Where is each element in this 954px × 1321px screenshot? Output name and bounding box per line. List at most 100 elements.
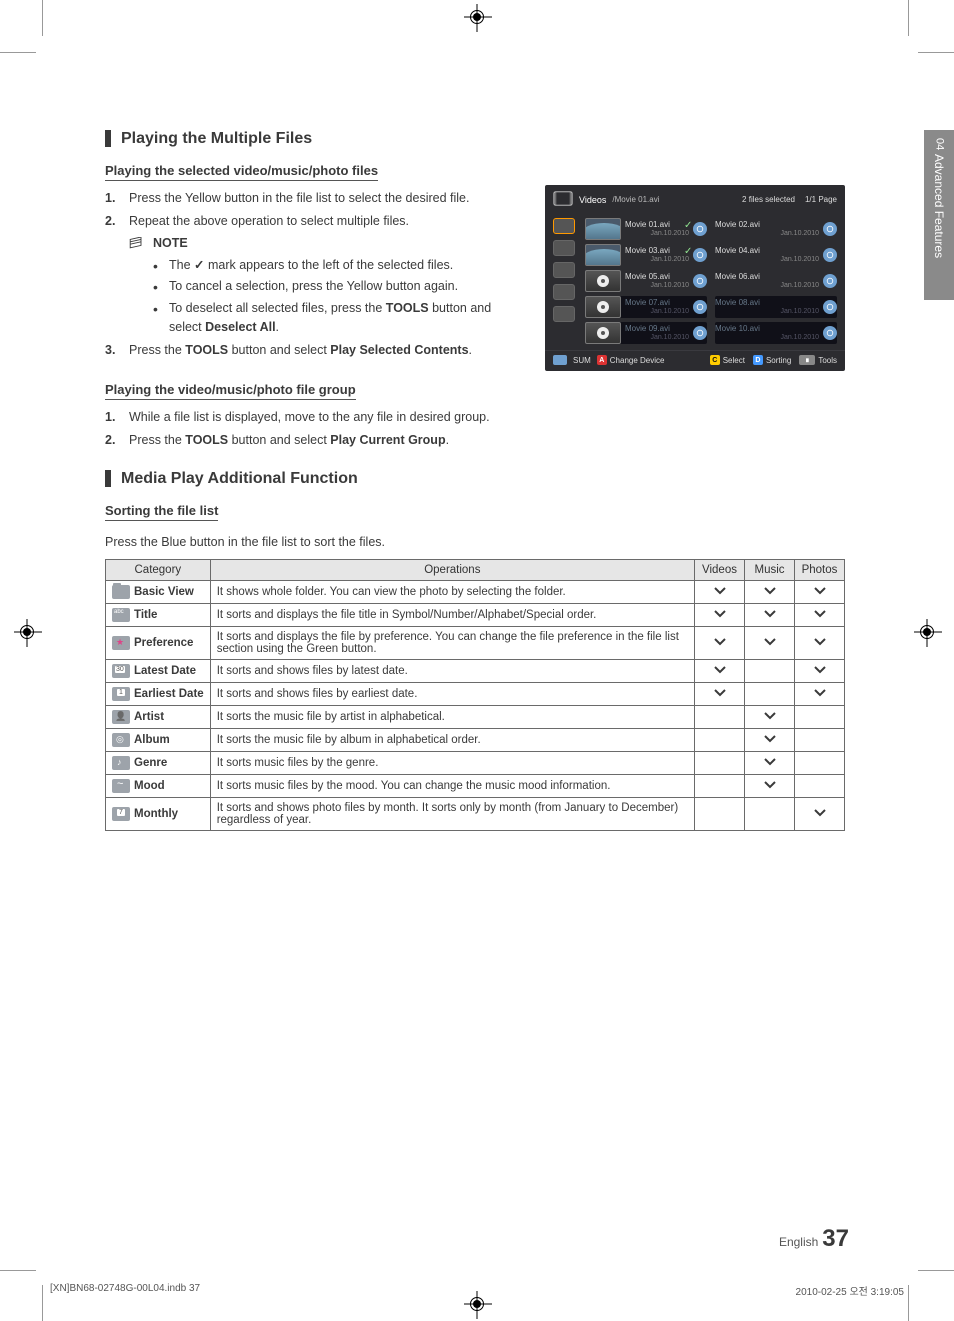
crop-mark [908,0,909,36]
sorting-table: Category Operations Videos Music Photos … [105,559,845,831]
chevron-down-icon [814,637,826,645]
registration-mark-icon [470,10,484,24]
table-row: MonthlyIt sorts and shows photo files by… [106,798,845,831]
category-icon [112,608,130,622]
category-icon [112,733,130,747]
steps-group: 1.While a file list is displayed, move t… [105,408,505,451]
select-badge-icon: ✓ [693,222,707,236]
crop-mark [42,1285,43,1321]
note-icon [129,237,147,249]
key-tools-icon: ∎ [799,355,815,365]
select-badge-icon [823,274,837,288]
chevron-down-icon [814,586,826,594]
select-badge-icon [693,326,707,340]
steps-selected: 1.Press the Yellow button in the file li… [105,189,505,232]
select-badge-icon [823,222,837,236]
check-icon: ✓ [194,256,204,275]
table-row: Latest DateIt sorts and shows files by l… [106,660,845,683]
side-tab-number: 04 [934,138,945,150]
page-content: Playing the Multiple Files Playing the s… [105,130,845,851]
device-icon [553,306,575,322]
section-playing-multiple: Playing the Multiple Files [105,130,845,148]
section-media-play: Media Play Additional Function [105,470,845,488]
select-badge-icon [823,326,837,340]
crop-mark [0,52,36,53]
crop-mark [918,52,954,53]
sorting-intro: Press the Blue button in the file list t… [105,535,845,549]
category-icon [112,779,130,793]
subsection-sorting: Sorting the file list [105,503,218,521]
key-c-icon: C [710,355,720,365]
category-icon [112,687,130,701]
registration-mark-icon [920,625,934,639]
chevron-down-icon [714,688,726,696]
thumbnail [585,296,621,318]
subsection-selected-files: Playing the selected video/music/photo f… [105,163,378,181]
file-tile: Movie 10.aviJan.10.2010 [715,322,837,344]
category-icon [112,664,130,678]
device-list [553,218,579,344]
file-tile: Movie 01.aviJan.10.2010✓ [585,218,707,240]
thumbnail [585,244,621,266]
category-icon [112,807,130,821]
crop-mark [908,1285,909,1321]
subsection-file-group: Playing the video/music/photo file group [105,382,356,400]
thumbnail [585,322,621,344]
select-badge-icon [823,248,837,262]
page-footer: English37 [105,1225,849,1253]
table-row: ArtistIt sorts the music file by artist … [106,706,845,729]
print-metadata: [XN]BN68-02748G-00L04.indb 37 2010-02-25… [50,1283,904,1298]
chevron-down-icon [764,734,776,742]
film-icon [553,191,573,208]
key-a-icon: A [597,355,607,365]
table-row: AlbumIt sorts the music file by album in… [106,729,845,752]
chevron-down-icon [764,711,776,719]
chevron-down-icon [814,609,826,617]
side-tab: 04 Advanced Features [924,130,954,300]
chevron-down-icon [764,637,776,645]
table-row: TitleIt sorts and displays the file titl… [106,604,845,627]
chevron-down-icon [814,808,826,816]
device-icon [553,284,575,300]
crop-mark [42,0,43,36]
file-tile: Movie 05.aviJan.10.2010 [585,270,707,292]
file-tile: Movie 08.aviJan.10.2010 [715,296,837,318]
device-icon [553,240,575,256]
chevron-down-icon [814,665,826,673]
select-badge-icon [693,300,707,314]
file-tile: Movie 09.aviJan.10.2010 [585,322,707,344]
thumbnail [585,218,621,240]
tv-screenshot: Videos /Movie 01.avi 2 files selected 1/… [545,185,845,371]
device-icon [553,218,575,234]
category-icon [112,756,130,770]
chevron-down-icon [714,609,726,617]
crop-mark [0,1270,36,1271]
sum-icon [553,355,567,365]
file-tile: Movie 04.aviJan.10.2010 [715,244,837,266]
table-row: MoodIt sorts music files by the mood. Yo… [106,775,845,798]
chevron-down-icon [714,637,726,645]
chevron-down-icon [714,665,726,673]
file-tile: Movie 03.aviJan.10.2010✓ [585,244,707,266]
shot-title: Videos [579,195,606,205]
registration-mark-icon [20,625,34,639]
key-d-icon: D [753,355,763,365]
chevron-down-icon [714,586,726,594]
chevron-down-icon [764,609,776,617]
category-icon [112,636,130,650]
file-tile: Movie 07.aviJan.10.2010 [585,296,707,318]
shot-path: /Movie 01.avi [612,195,736,204]
table-row: Basic ViewIt shows whole folder. You can… [106,581,845,604]
table-row: GenreIt sorts music files by the genre. [106,752,845,775]
file-tile: Movie 06.aviJan.10.2010 [715,270,837,292]
chevron-down-icon [764,780,776,788]
side-tab-label: Advanced Features [924,154,954,258]
chevron-down-icon [814,688,826,696]
registration-mark-icon [470,1297,484,1311]
select-badge-icon: ✓ [693,248,707,262]
crop-mark [918,1270,954,1271]
chevron-down-icon [764,586,776,594]
note-bullets: The ✓ mark appears to the left of the se… [153,256,505,338]
select-badge-icon [823,300,837,314]
note: NOTE [129,236,505,254]
